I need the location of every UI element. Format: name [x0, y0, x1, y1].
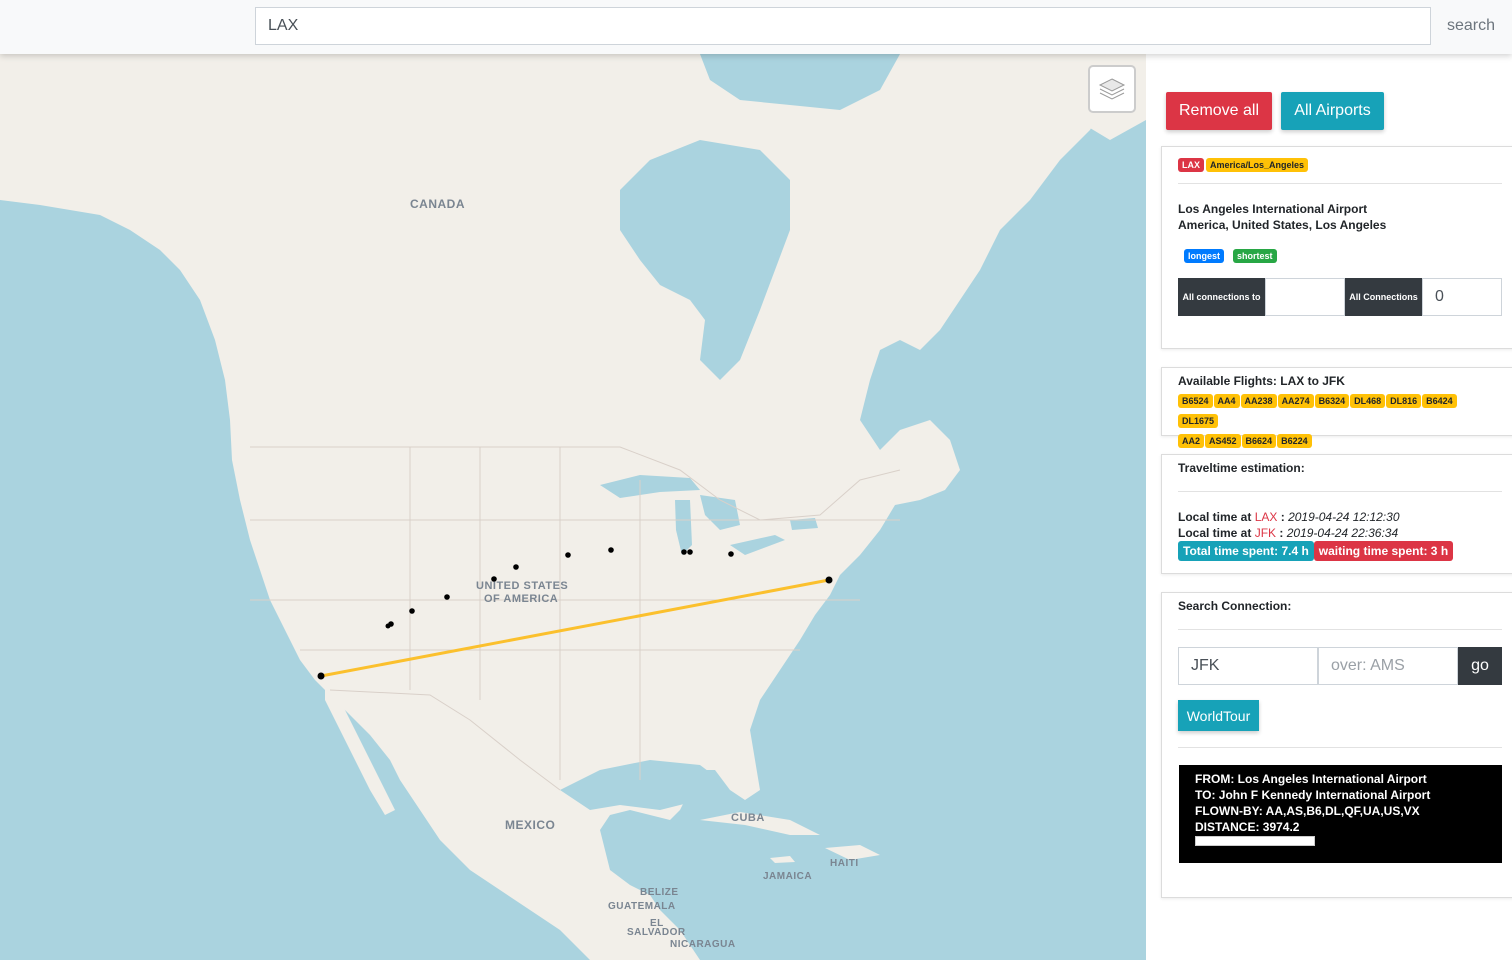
airport-name: Los Angeles International Airport [1178, 202, 1368, 216]
search-connection-title: Search Connection: [1178, 599, 1292, 613]
traveltime-card: Traveltime estimation: Local time at LAX… [1161, 454, 1512, 574]
from-code: LAX [1254, 510, 1278, 524]
waiting-time-badge: waiting time spent: 3 h [1313, 541, 1454, 561]
route-summary-panel: FROM: Los Angeles International Airport … [1179, 765, 1502, 863]
label-haiti: HAITI [830, 858, 859, 869]
airport-marker-lax [317, 672, 325, 680]
label-belize: BELIZE [640, 887, 679, 898]
longest-filter-badge[interactable]: longest [1184, 249, 1225, 263]
flight-badge[interactable]: B6624 [1241, 434, 1277, 448]
airport-location: America, United States, Los Angeles [1178, 218, 1387, 232]
time-summary: Total time spent: 7.4 h waiting time spen… [1178, 541, 1454, 561]
connections-to-input[interactable] [1265, 278, 1345, 316]
label-cuba: CUBA [731, 812, 765, 824]
divider [1178, 629, 1502, 630]
airport-marker [513, 564, 519, 570]
label-guatemala: GUATEMALA [608, 901, 676, 912]
label-jamaica: JAMAICA [763, 871, 813, 882]
divider [1178, 491, 1502, 492]
label-canada: CANADA [410, 197, 465, 211]
airport-search-input[interactable] [255, 7, 1431, 45]
label-mexico: MEXICO [505, 818, 556, 832]
summary-to: TO: John F Kennedy International Airport [1195, 788, 1431, 802]
to-time: 2019-04-24 22:36:34 [1286, 526, 1399, 540]
airport-marker [687, 549, 693, 555]
layers-control-button[interactable] [1088, 65, 1136, 113]
shortest-filter-badge[interactable]: shortest [1233, 249, 1277, 263]
destination-input[interactable] [1178, 647, 1318, 685]
divider [1178, 183, 1502, 184]
flight-badge[interactable]: AA2 [1178, 434, 1205, 448]
local-time-prefix: Local time at [1178, 510, 1252, 524]
flight-badge[interactable]: AA4 [1213, 394, 1240, 408]
flight-badge[interactable]: DL816 [1386, 394, 1422, 408]
go-button[interactable]: go [1458, 647, 1502, 685]
worldtour-button[interactable]: WorldTour [1178, 700, 1259, 731]
to-code: JFK [1254, 526, 1277, 540]
search-button[interactable]: search [1440, 7, 1502, 45]
local-time-to: Local time at JFK : 2019-04-24 22:36:34 [1178, 526, 1399, 540]
label-nicaragua: NICARAGUA [670, 939, 736, 950]
map-canvas[interactable] [0, 54, 1146, 960]
all-airports-button[interactable]: All Airports [1281, 92, 1384, 130]
summary-flown-by: FLOWN-BY: AA,AS,B6,DL,QF,UA,US,VX [1195, 804, 1420, 818]
local-time-from: Local time at LAX : 2019-04-24 12:12:30 [1178, 510, 1400, 524]
flight-badge[interactable]: AA238 [1240, 394, 1277, 408]
flight-badge[interactable]: B6224 [1277, 434, 1312, 448]
available-flights-title: Available Flights: LAX to JFK [1178, 374, 1345, 388]
flight-badge[interactable]: AS452 [1205, 434, 1241, 448]
all-connections-to-button[interactable]: All connections to [1178, 278, 1265, 316]
timezone-badge: America/Los_Angeles [1206, 158, 1309, 172]
airport-marker [444, 594, 450, 600]
flight-badge[interactable]: B6524 [1178, 394, 1213, 408]
map-view[interactable]: CANADA UNITED STATES OF AMERICA MEXICO C… [0, 54, 1146, 960]
airport-marker [565, 552, 571, 558]
land-north-america [0, 54, 1146, 960]
summary-distance: DISTANCE: 3974.2 [1195, 820, 1300, 834]
label-united-states: UNITED STATES [476, 580, 569, 592]
airport-marker [608, 547, 614, 553]
via-input[interactable] [1318, 647, 1458, 685]
airport-badges: LAX America/Los_Angeles [1178, 155, 1309, 173]
label-of-america: OF AMERICA [484, 593, 559, 605]
flight-badge[interactable]: DL468 [1350, 394, 1386, 408]
airport-marker [681, 549, 687, 555]
traveltime-title: Traveltime estimation: [1178, 461, 1305, 475]
summary-bar [1195, 836, 1315, 846]
airport-code-badge: LAX [1178, 158, 1204, 172]
flight-badge-list: B6524 AA4 AA238 AA274 B6324 DL468 DL816 B6424 DL… [1178, 391, 1498, 451]
summary-from: FROM: Los Angeles International Airport [1195, 772, 1427, 786]
flight-badge[interactable]: B6324 [1314, 394, 1350, 408]
connections-count-input[interactable] [1422, 278, 1502, 316]
airport-marker-jfk [825, 576, 833, 584]
top-bar: search [0, 0, 1512, 54]
layers-icon [1098, 78, 1126, 100]
land-jamaica [770, 856, 795, 863]
remove-all-button[interactable]: Remove all [1166, 92, 1272, 130]
airport-card: LAX America/Los_Angeles Los Angeles Inter… [1161, 146, 1512, 349]
sidebar: Remove all All Airports LAX America/Los_A… [1146, 54, 1512, 960]
airport-marker [728, 551, 734, 557]
total-time-badge: Total time spent: 7.4 h [1178, 541, 1314, 561]
divider [1178, 747, 1502, 748]
from-time: 2019-04-24 12:12:30 [1288, 510, 1400, 524]
all-connections-button[interactable]: All Connections [1345, 278, 1422, 316]
flight-badge[interactable]: AA274 [1277, 394, 1314, 408]
airport-marker [385, 623, 391, 629]
label-salvador: SALVADOR [627, 927, 686, 938]
local-time-prefix: Local time at [1178, 526, 1252, 540]
available-flights-card: Available Flights: LAX to JFK B6524 AA4 AA… [1161, 367, 1512, 448]
airport-marker [409, 608, 415, 614]
search-connection-card: Search Connection: go WorldTour FROM: Lo… [1161, 592, 1512, 898]
flight-badge[interactable]: B6424 [1422, 394, 1457, 408]
flight-badge[interactable]: DL1675 [1178, 414, 1219, 428]
